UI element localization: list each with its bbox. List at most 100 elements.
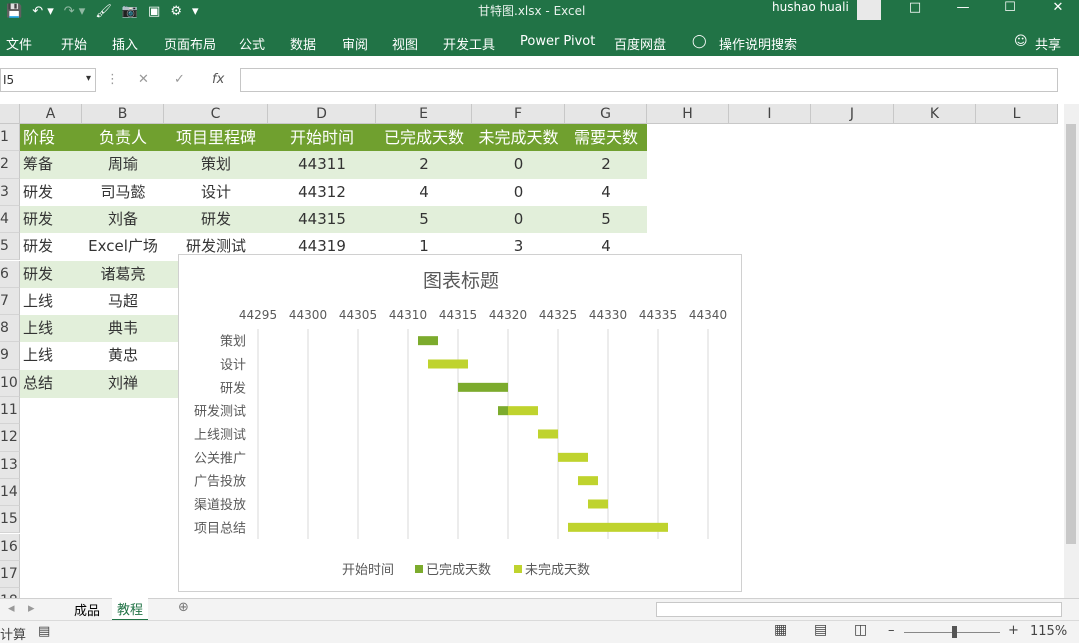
table-cell[interactable]: 5	[376, 206, 472, 233]
table-cell[interactable]: 2	[565, 151, 647, 178]
table-cell[interactable]: 策划	[164, 151, 268, 178]
gantt-chart[interactable]: 图表标题 44295 44300 44305 44310 44315 44320 44325 4…	[178, 254, 742, 592]
column-header-E[interactable]: E	[376, 104, 472, 124]
table-cell[interactable]: 5	[565, 206, 647, 233]
row-header-1[interactable]: 1	[0, 124, 20, 152]
row-header-9[interactable]: 9	[0, 342, 20, 370]
header-cell[interactable]: 阶段	[20, 124, 82, 151]
tab-baidu[interactable]: 百度网盘	[614, 34, 666, 53]
avatar[interactable]	[857, 0, 881, 20]
tab-review[interactable]: 审阅	[342, 34, 368, 53]
table-cell[interactable]: 刘禅	[82, 370, 164, 397]
select-all-corner[interactable]	[0, 104, 20, 124]
chevron-down-icon[interactable]: ▾	[86, 73, 91, 84]
camera-icon[interactable]: 📷	[122, 4, 138, 19]
table-cell[interactable]: 马超	[82, 288, 164, 315]
ribbon-display-icon[interactable]: □	[900, 0, 930, 22]
row-header-10[interactable]: 10	[0, 369, 20, 397]
shape-icon[interactable]: ▣	[148, 4, 160, 19]
vertical-scrollbar[interactable]	[1064, 104, 1079, 598]
column-header-C[interactable]: C	[164, 104, 268, 124]
zoom-out-icon[interactable]: –	[888, 623, 895, 638]
table-cell[interactable]: 典韦	[82, 315, 164, 342]
row-header-4[interactable]: 4	[0, 205, 20, 234]
row-header-15[interactable]: 15	[0, 506, 20, 534]
table-cell[interactable]: 刘备	[82, 206, 164, 233]
column-header-A[interactable]: A	[20, 104, 82, 124]
scrollbar-thumb[interactable]	[1066, 124, 1076, 544]
row-header-7[interactable]: 7	[0, 287, 20, 316]
table-cell[interactable]: 司马懿	[82, 179, 164, 206]
table-cell[interactable]: 黄忠	[82, 342, 164, 369]
add-sheet-icon[interactable]: ⊕	[178, 600, 189, 615]
table-cell[interactable]: 0	[472, 179, 565, 206]
name-box[interactable]: I5 ▾	[0, 68, 96, 92]
header-cell[interactable]: 项目里程碑	[164, 124, 268, 151]
header-cell[interactable]: 已完成天数	[376, 124, 472, 151]
normal-view-icon[interactable]: ▦	[774, 622, 787, 638]
next-sheet-icon[interactable]: ▸	[28, 601, 35, 616]
save-icon[interactable]: 💾	[6, 4, 22, 19]
header-cell[interactable]: 需要天数	[565, 124, 647, 151]
tab-view[interactable]: 视图	[392, 34, 418, 53]
tab-page-layout[interactable]: 页面布局	[164, 34, 216, 53]
table-cell[interactable]: 上线	[20, 342, 82, 369]
page-layout-view-icon[interactable]: ▤	[814, 622, 827, 638]
customize-qat-icon[interactable]: ▾	[192, 4, 199, 19]
tell-me-search[interactable]: 操作说明搜索	[719, 34, 797, 53]
undo-icon[interactable]: ↶ ▾	[32, 4, 54, 19]
table-cell[interactable]: Excel广场	[82, 233, 164, 260]
row-header-5[interactable]: 5	[0, 233, 20, 261]
row-header-8[interactable]: 8	[0, 315, 20, 343]
user-name[interactable]: hushao huali	[772, 0, 849, 14]
table-cell[interactable]: 研发	[20, 206, 82, 233]
tab-power-pivot[interactable]: Power Pivot	[520, 34, 595, 49]
row-header-18[interactable]: 18	[0, 588, 20, 598]
column-header-I[interactable]: I	[729, 104, 811, 124]
row-header-17[interactable]: 17	[0, 560, 20, 589]
row-header-14[interactable]: 14	[0, 478, 20, 507]
share-button[interactable]: 共享	[1035, 34, 1061, 53]
table-cell[interactable]: 0	[472, 206, 565, 233]
table-cell[interactable]: 4	[565, 179, 647, 206]
header-cell[interactable]: 未完成天数	[472, 124, 565, 151]
horizontal-scrollbar[interactable]	[656, 602, 1062, 617]
table-cell[interactable]: 44312	[268, 179, 376, 206]
tab-insert[interactable]: 插入	[112, 34, 138, 53]
row-header-6[interactable]: 6	[0, 260, 20, 288]
tab-home[interactable]: 开始	[61, 34, 87, 53]
tab-file[interactable]: 文件	[6, 34, 32, 53]
macro-icon[interactable]: ▤	[38, 624, 50, 639]
column-header-K[interactable]: K	[894, 104, 976, 124]
row-header-13[interactable]: 13	[0, 451, 20, 479]
header-cell[interactable]: 开始时间	[268, 124, 376, 151]
header-cell[interactable]: 负责人	[82, 124, 164, 151]
prev-sheet-icon[interactable]: ◂	[8, 601, 15, 616]
cancel-icon[interactable]: ✕	[138, 72, 149, 87]
shape2-icon[interactable]: ⚙	[170, 4, 182, 19]
tab-data[interactable]: 数据	[290, 34, 316, 53]
row-header-11[interactable]: 11	[0, 397, 20, 425]
maximize-icon[interactable]: ☐	[995, 0, 1025, 22]
table-cell[interactable]: 研发	[20, 233, 82, 260]
column-header-J[interactable]: J	[811, 104, 894, 124]
close-icon[interactable]: ✕	[1043, 0, 1073, 22]
table-cell[interactable]: 总结	[20, 370, 82, 397]
table-cell[interactable]: 研发	[20, 261, 82, 288]
minimize-icon[interactable]: —	[948, 0, 978, 22]
enter-icon[interactable]: ✓	[174, 72, 185, 87]
table-cell[interactable]: 2	[376, 151, 472, 178]
row-header-16[interactable]: 16	[0, 533, 20, 561]
column-header-D[interactable]: D	[268, 104, 376, 124]
tab-formulas[interactable]: 公式	[239, 34, 265, 53]
row-header-3[interactable]: 3	[0, 178, 20, 206]
table-cell[interactable]: 研发	[20, 179, 82, 206]
table-cell[interactable]: 上线	[20, 315, 82, 342]
column-header-H[interactable]: H	[647, 104, 729, 124]
insert-function-button[interactable]: fx	[212, 72, 224, 87]
zoom-slider-thumb[interactable]	[952, 626, 957, 638]
formula-input[interactable]	[240, 68, 1058, 92]
sheet-tab-finished[interactable]: 成品	[70, 600, 104, 619]
table-cell[interactable]: 44311	[268, 151, 376, 178]
zoom-level[interactable]: 115%	[1030, 624, 1067, 639]
